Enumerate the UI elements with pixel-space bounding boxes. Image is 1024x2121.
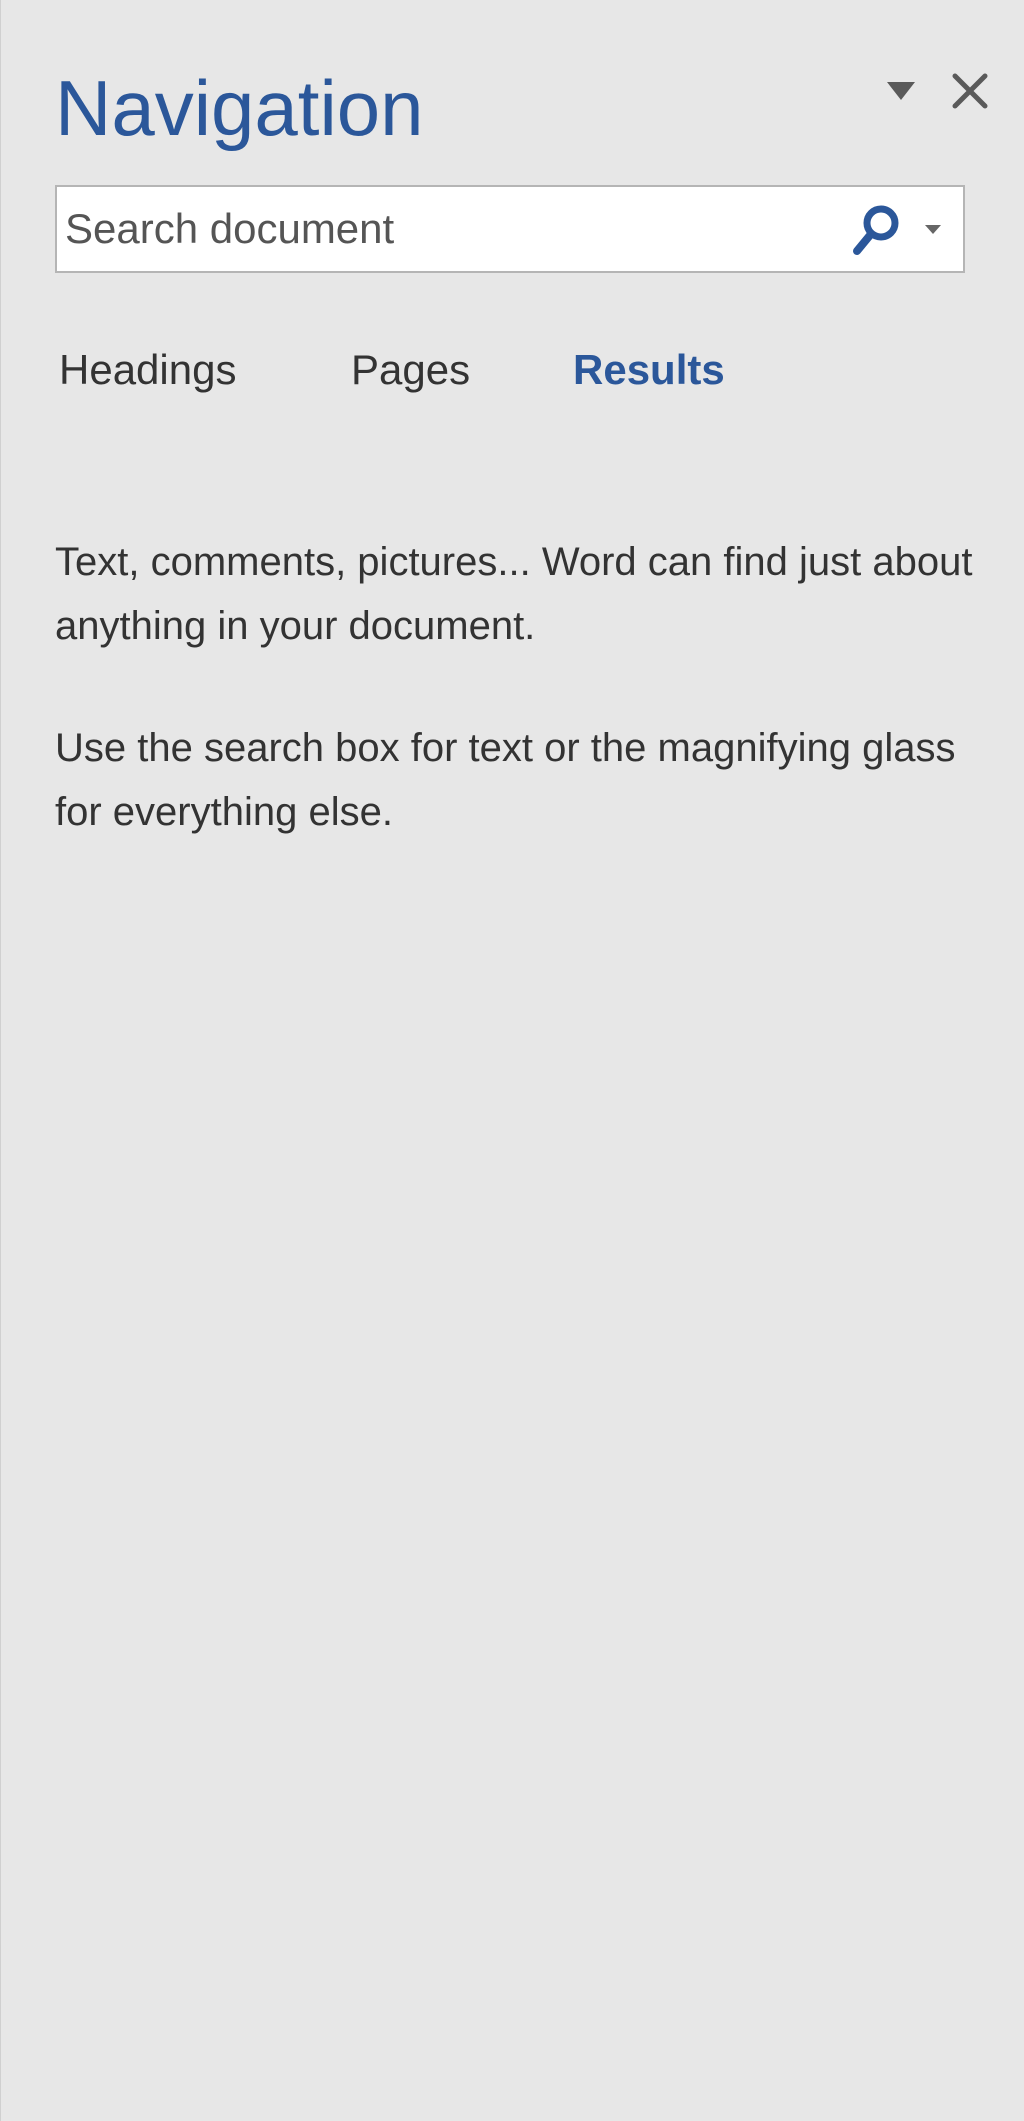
close-icon <box>952 73 988 109</box>
pane-options-button[interactable] <box>881 78 921 108</box>
tab-pages[interactable]: Pages <box>351 340 470 400</box>
navigation-pane: Navigation Headings Pages Results Te <box>0 0 1024 2121</box>
search-button[interactable] <box>847 201 907 259</box>
search-options-dropdown[interactable] <box>915 209 951 249</box>
pane-title: Navigation <box>55 64 424 152</box>
results-instruction-text: Use the search box for text or the magni… <box>55 726 956 834</box>
triangle-down-icon <box>887 82 915 100</box>
tab-headings[interactable]: Headings <box>59 340 236 400</box>
results-hint-text: Text, comments, pictures... Word can fin… <box>55 540 973 648</box>
close-pane-button[interactable] <box>947 68 993 114</box>
search-input[interactable] <box>65 187 825 271</box>
tab-results[interactable]: Results <box>573 340 725 400</box>
search-box <box>55 185 965 273</box>
magnifier-icon <box>853 205 899 255</box>
chevron-down-icon <box>925 225 941 234</box>
